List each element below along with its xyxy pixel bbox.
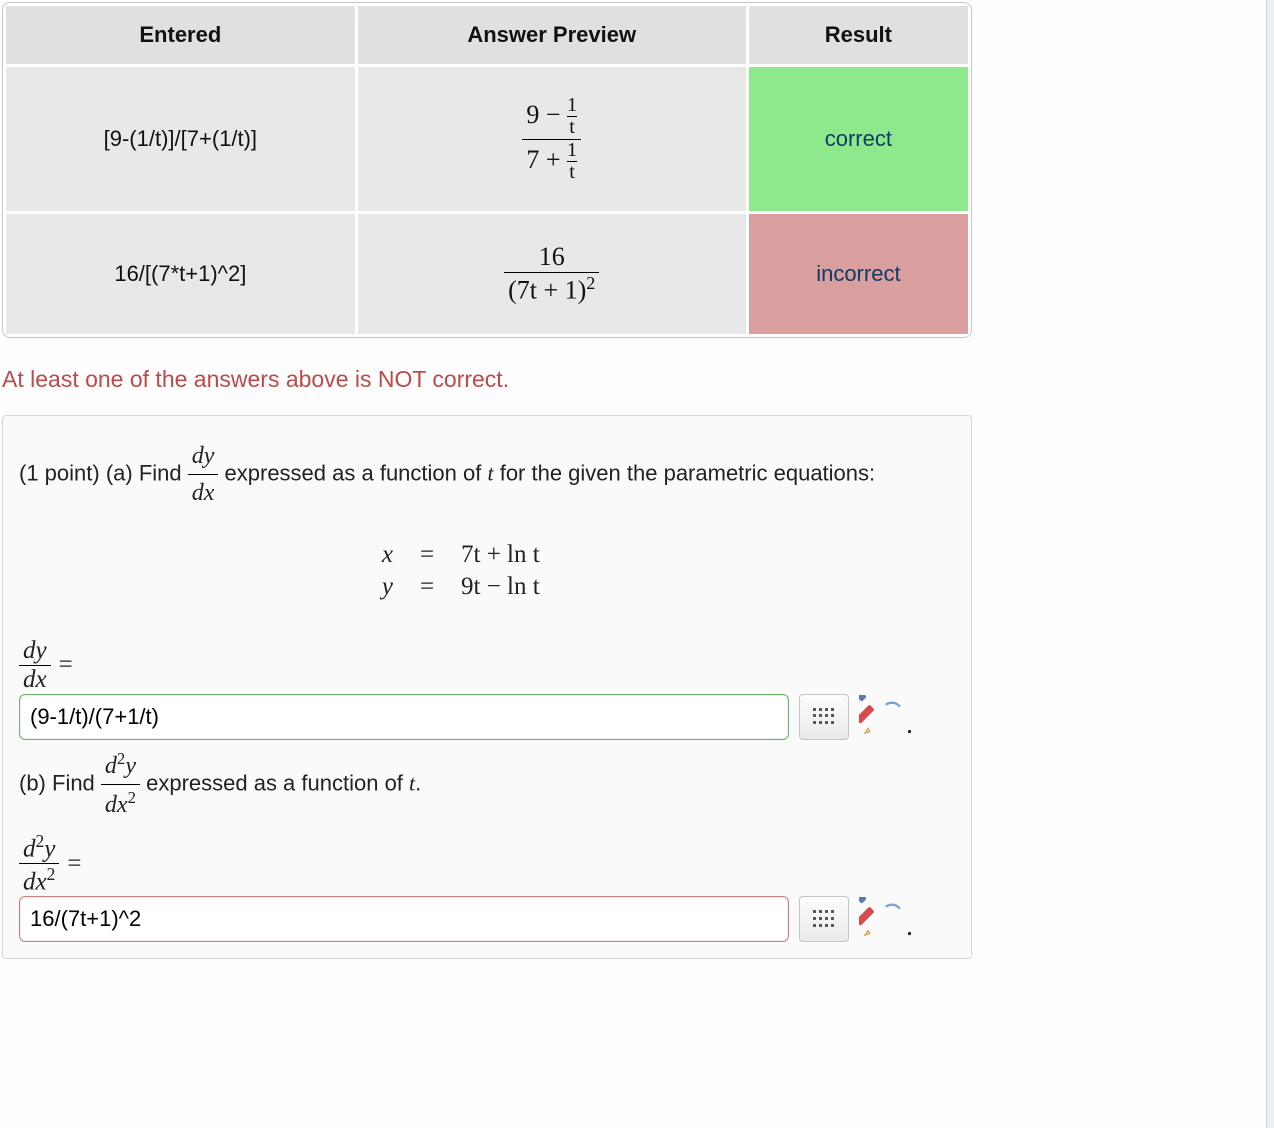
preview2-num: 16 <box>504 242 599 272</box>
eq-x-rhs: 7t + ln t <box>461 541 540 568</box>
intro-b-suffix: expressed as a function of <box>146 770 409 795</box>
preview-den-op: + <box>546 144 561 173</box>
intro-b-tail: . <box>415 770 421 795</box>
preview-num-left: 9 <box>526 100 539 129</box>
answer-a-input[interactable] <box>19 694 789 740</box>
preview-cell: 16 (7t + 1)2 <box>358 214 746 334</box>
answer-a-label: dy dx = <box>19 637 73 694</box>
math-palette-button[interactable] <box>799 694 849 740</box>
preview-num-fb: t <box>567 116 577 138</box>
intro-a-prefix: (1 point) (a) Find <box>19 460 188 485</box>
intro-a-var: t <box>487 460 493 485</box>
col-entered: Entered <box>6 6 355 64</box>
preview2-exp: 2 <box>586 273 595 293</box>
dydx-num: dy <box>188 438 219 474</box>
scrollbar-track[interactable] <box>1266 0 1274 1128</box>
preview-num-op: − <box>546 100 561 129</box>
preview-cell: 9 − 1t 7 + 1t <box>358 67 746 211</box>
edit-button[interactable]: . <box>859 695 913 739</box>
eq-sign: = <box>417 541 437 569</box>
pencil-icon <box>859 897 903 941</box>
col-preview: Answer Preview <box>358 6 746 64</box>
pencil-icon <box>859 695 903 739</box>
edit-button[interactable]: . <box>859 897 913 941</box>
dydx-den: dx <box>188 474 219 511</box>
table-row: 16/[(7*t+1)^2] 16 (7t + 1)2 incorrect <box>6 214 968 334</box>
period: . <box>904 711 913 739</box>
entered-cell: 16/[(7*t+1)^2] <box>6 214 355 334</box>
preview-den-fb: t <box>567 161 577 183</box>
math-palette-button[interactable] <box>799 896 849 942</box>
preview-den-left: 7 <box>526 144 539 173</box>
eq-x-lhs: x <box>353 541 393 569</box>
parametric-equations: x = 7t + ln t y = 9t − ln t <box>19 541 955 601</box>
eq-y-rhs: 9t − ln t <box>461 573 540 600</box>
error-message: At least one of the answers above is NOT… <box>2 366 1274 393</box>
part-b-text: (b) Find d2y dx2 expressed as a function… <box>19 746 955 823</box>
answer-b-input[interactable] <box>19 896 789 942</box>
ans-a-den: dx <box>19 665 51 694</box>
answer-b-label: d2y dx2 = <box>19 831 81 897</box>
grid-icon <box>813 708 835 726</box>
grid-icon <box>813 910 835 928</box>
problem-box: (1 point) (a) Find dy dx expressed as a … <box>2 415 972 960</box>
ans-a-num: dy <box>19 637 51 665</box>
preview-den-ft: 1 <box>567 140 577 161</box>
intro-a-suffix: expressed as a function of <box>225 460 488 485</box>
col-result: Result <box>749 6 968 64</box>
results-table: Entered Answer Preview Result [9-(1/t)]/… <box>2 2 972 338</box>
preview2-den: (7t + 1) <box>508 276 586 305</box>
table-row: [9-(1/t)]/[7+(1/t)] 9 − 1t 7 + 1t correc… <box>6 67 968 211</box>
part-a-text: (1 point) (a) Find dy dx expressed as a … <box>19 438 955 511</box>
preview-num-ft: 1 <box>567 95 577 116</box>
period: . <box>904 913 913 941</box>
result-cell-incorrect: incorrect <box>749 214 968 334</box>
eq-y-lhs: y <box>353 573 393 601</box>
result-cell-correct: correct <box>749 67 968 211</box>
intro-b-prefix: (b) Find <box>19 770 101 795</box>
entered-cell: [9-(1/t)]/[7+(1/t)] <box>6 67 355 211</box>
intro-a-tail: for the given the parametric equations: <box>500 460 875 485</box>
eq-sign: = <box>417 573 437 601</box>
